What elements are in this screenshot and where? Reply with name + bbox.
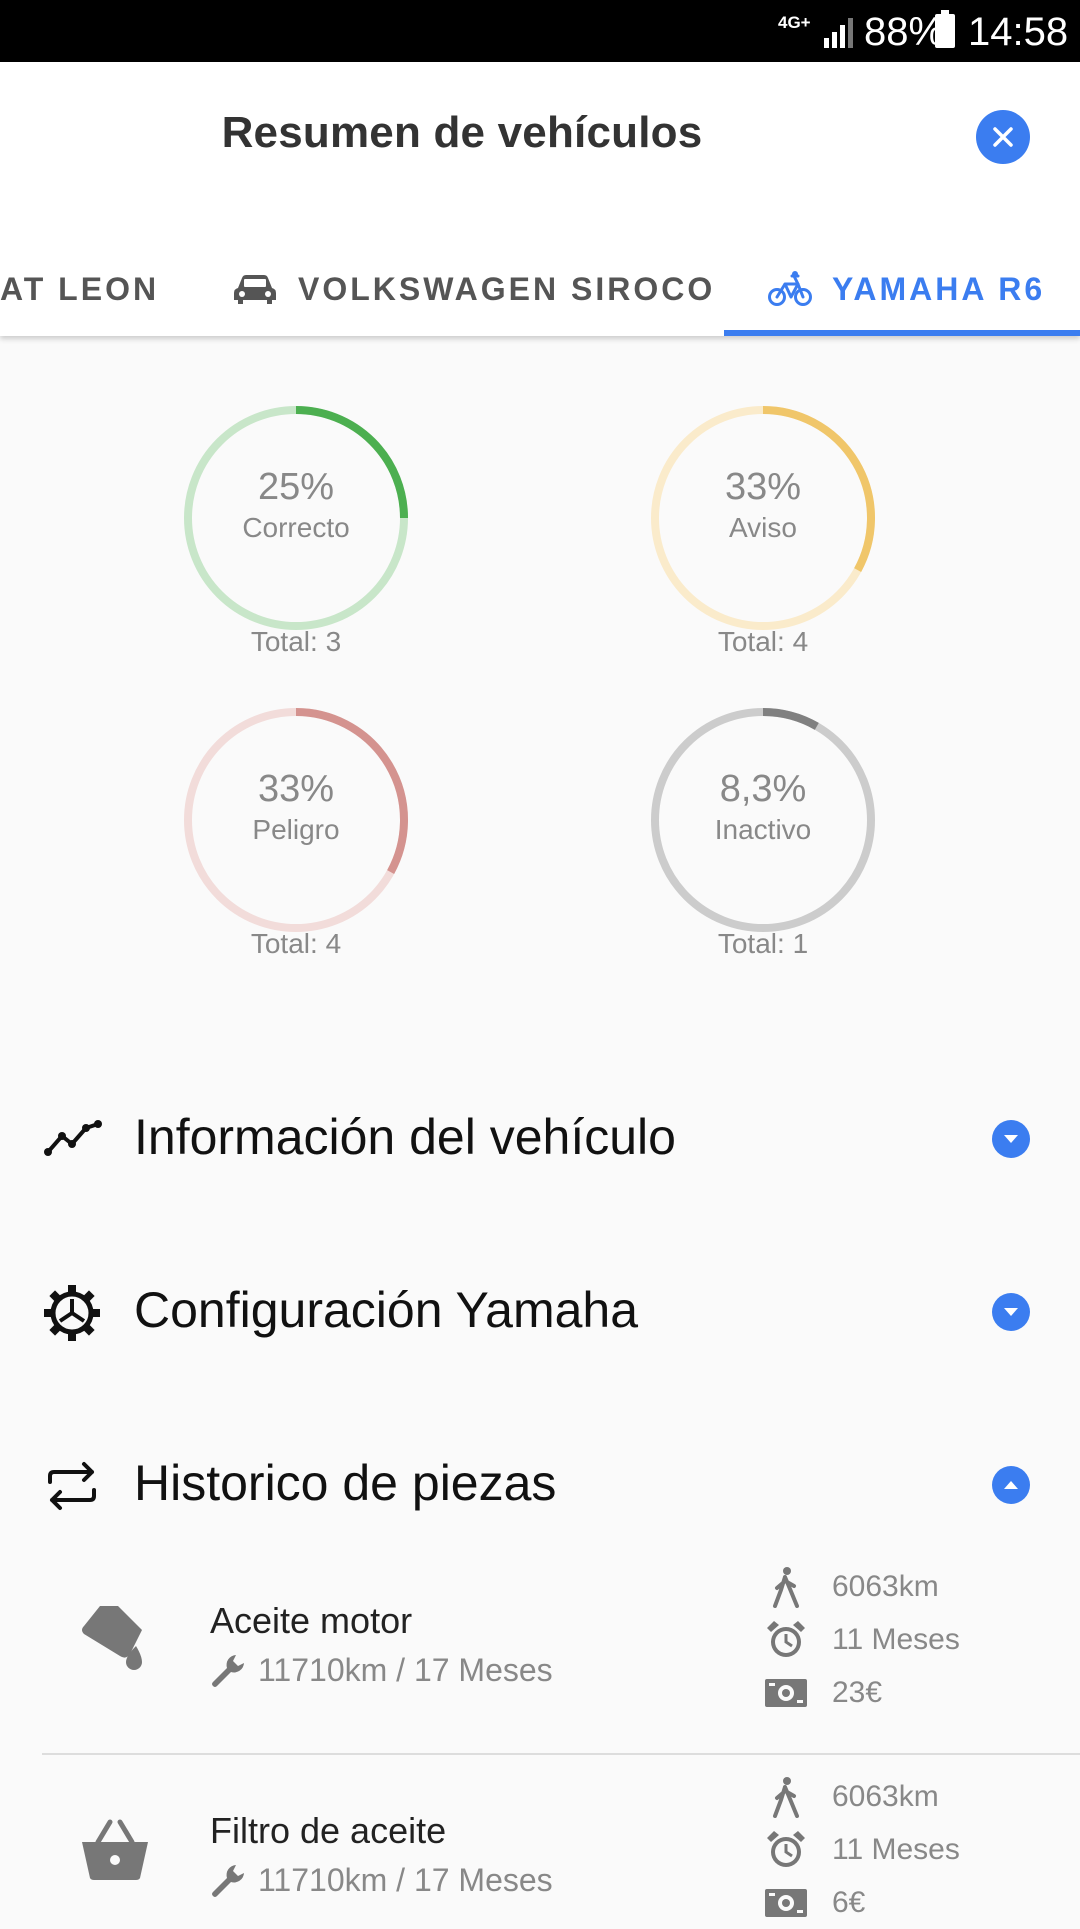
stat-total: Total: 3 [250,626,342,657]
stat-total: Total: 4 [250,928,342,959]
part-meta: 6063km 11 Meses 6€ [762,1770,960,1929]
section-title: Historico de piezas [134,1455,557,1511]
money-icon [762,1671,810,1715]
part-interval-text: 11710km / 17 Meses [258,1862,553,1898]
list-item[interactable]: Filtro de aceite 11710km / 17 Meses 6063… [42,1776,1080,1920]
battery-percent: 88% [864,10,945,54]
basket-icon [82,1819,148,1880]
wrench-icon [212,1654,244,1687]
expand-toggle[interactable] [992,1120,1030,1158]
part-km: 6063km [832,1569,939,1603]
clock: 14:58 [968,10,1069,54]
swap-icon [48,1462,96,1510]
active-tab-indicator [724,330,1080,336]
chart-line-icon [44,1120,102,1156]
divider [42,1753,1080,1755]
network-indicator: 4G+ [778,13,811,32]
page-title: Resumen de vehículos [221,108,703,157]
part-meta: 6063km 11 Meses 23€ [762,1560,960,1719]
section-yamaha-config[interactable]: Configuración Yamaha [0,1253,1080,1373]
list-item[interactable]: Aceite motor 11710km / 17 Meses 6063km 1… [42,1566,1080,1750]
chevron-down-icon [1004,1308,1018,1316]
stat-inactivo: 8,3% Inactivo Total: 1 [643,700,883,990]
part-months: 11 Meses [832,1622,960,1656]
bike-icon [768,270,812,308]
oil-can-icon [82,1606,142,1670]
stat-total: Total: 1 [717,928,809,959]
ring-progress-arc [762,708,819,730]
chevron-down-icon [1004,1135,1018,1143]
stat-percent: 33% [724,466,802,508]
stat-label: Inactivo [714,814,812,845]
close-button[interactable] [976,110,1030,164]
money-icon [762,1881,810,1925]
stat-label: Peligro [252,814,340,845]
stat-percent: 8,3% [719,768,807,810]
stat-percent: 33% [257,768,335,810]
part-cost: 23€ [832,1675,883,1709]
part-name: Filtro de aceite [210,1810,447,1851]
tab-label: AT LEON [0,270,160,307]
tab-label: VOLKSWAGEN SIROCO [298,270,716,307]
alarm-clock-icon [762,1618,810,1662]
tab-label: YAMAHA R6 [832,270,1046,307]
part-interval: 11710km / 17 Meses [210,1862,553,1899]
section-vehicle-info[interactable]: Información del vehículo [0,1080,1080,1200]
vehicle-tabs: AT LEON VOLKSWAGEN SIROCO YAMAHA R6 [0,242,1080,336]
tab-seat-leon[interactable]: AT LEON [0,242,159,336]
alarm-clock-icon [762,1828,810,1872]
walking-icon [762,1775,810,1819]
wrench-icon [212,1864,244,1897]
stat-label: Correcto [242,512,350,543]
stat-aviso: 33% Aviso Total: 4 [643,398,883,688]
part-interval-text: 11710km / 17 Meses [258,1652,553,1688]
part-months: 11 Meses [832,1832,960,1866]
walking-icon [762,1565,810,1609]
part-name: Aceite motor [210,1600,413,1641]
stat-correcto: 25% Correcto Total: 3 [176,398,416,688]
app-header: Resumen de vehículos AT LEON VOLKSWAGEN … [0,62,1080,336]
part-cost: 6€ [832,1885,866,1919]
close-icon [993,127,1013,147]
chevron-up-icon [1004,1481,1018,1489]
tab-yamaha-r6[interactable]: YAMAHA R6 [768,242,1045,336]
part-interval: 11710km / 17 Meses [210,1652,553,1689]
stat-peligro: 33% Peligro Total: 4 [176,700,416,990]
collapse-toggle[interactable] [992,1466,1030,1504]
section-parts-history[interactable]: Historico de piezas [0,1426,1080,1546]
car-icon [232,272,278,306]
section-title: Configuración Yamaha [134,1282,639,1338]
stat-total: Total: 4 [717,626,809,657]
expand-toggle[interactable] [992,1293,1030,1331]
tab-volkswagen-siroco[interactable]: VOLKSWAGEN SIROCO [232,242,715,336]
part-km: 6063km [832,1779,939,1813]
status-bar: 4G+ 88% 14:58 [0,0,1080,62]
battery-icon [935,10,955,48]
gear-icon [44,1285,100,1341]
section-title: Información del vehículo [134,1109,676,1165]
stat-percent: 25% [257,466,335,508]
signal-icon [822,14,856,53]
stat-label: Aviso [729,512,797,543]
